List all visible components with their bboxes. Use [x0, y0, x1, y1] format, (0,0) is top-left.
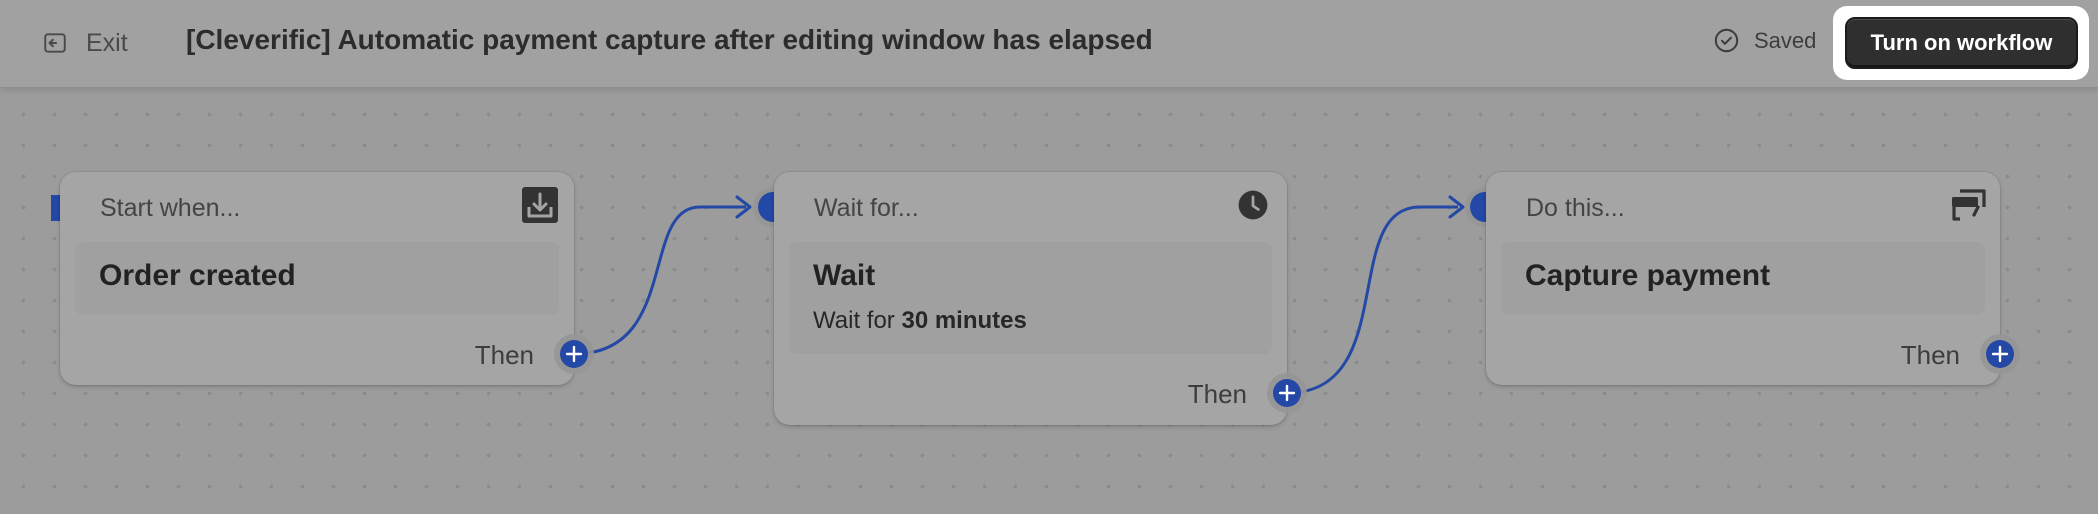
then-label: Then [474, 340, 534, 370]
check-circle-icon [1714, 28, 1739, 53]
plus-icon [1278, 384, 1296, 402]
node-header: Do this... [1526, 194, 1625, 222]
wait-node[interactable]: Wait for... Wait Wait for 30 minutes The… [774, 172, 1287, 425]
exit-label: Exit [86, 28, 128, 57]
node-header: Start when... [100, 194, 241, 222]
turn-on-workflow-button[interactable]: Turn on workflow [1845, 17, 2078, 69]
wait-duration-prefix: Wait for [813, 307, 895, 334]
wait-duration-value: 30 minutes [901, 307, 1027, 334]
node-body: Capture payment [1501, 242, 1985, 315]
saved-label: Saved [1754, 27, 1817, 53]
action-title: Capture payment [1525, 259, 1771, 292]
add-step-button[interactable] [1273, 379, 1301, 407]
add-step-button[interactable] [1986, 340, 2014, 368]
then-label: Then [1900, 340, 1960, 370]
saved-status: Saved [1713, 27, 1816, 54]
trigger-node[interactable]: Start when... Order created Then [60, 172, 574, 385]
download-tray-icon [520, 185, 560, 225]
top-bar: Exit [Cleverific] Automatic payment capt… [0, 0, 2098, 88]
exit-button[interactable]: Exit [42, 26, 128, 60]
node-body: Order created [75, 242, 559, 315]
card-stack-icon [1948, 185, 1988, 225]
then-label: Then [1187, 379, 1247, 409]
trigger-title: Order created [99, 259, 296, 292]
action-node[interactable]: Do this... Capture payment Then [1486, 172, 2000, 385]
cta-highlight: Turn on workflow [1833, 6, 2089, 80]
clock-icon [1233, 185, 1273, 225]
wait-duration: Wait for 30 minutes [813, 307, 1027, 335]
plus-icon [565, 345, 583, 363]
exit-icon [44, 33, 66, 53]
node-header: Wait for... [814, 194, 919, 222]
node-body: Wait Wait for 30 minutes [789, 242, 1272, 354]
plus-icon [1991, 345, 2009, 363]
wait-title: Wait [813, 259, 876, 292]
add-step-button[interactable] [560, 340, 588, 368]
workflow-title: [Cleverific] Automatic payment capture a… [186, 24, 1153, 55]
